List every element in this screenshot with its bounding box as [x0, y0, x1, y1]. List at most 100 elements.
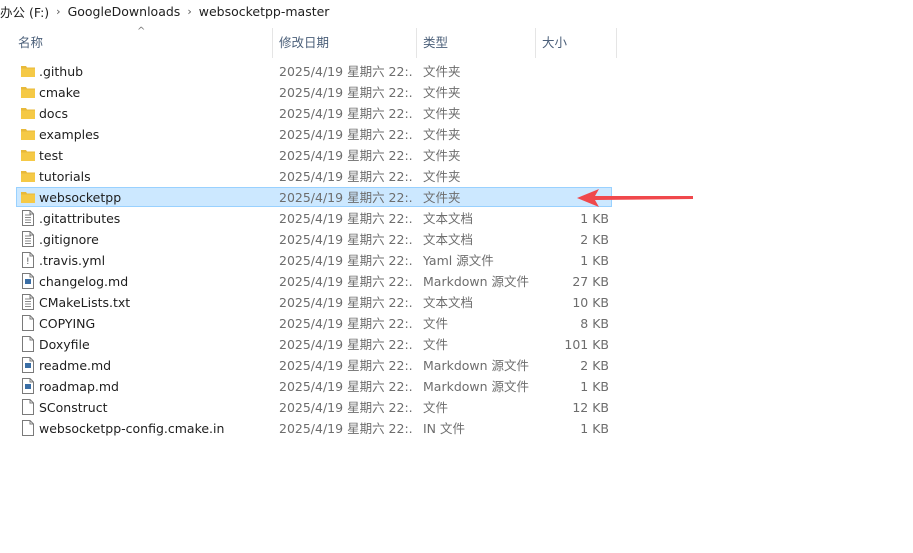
file-name: .github [39, 64, 84, 79]
file-name: CMakeLists.txt [39, 295, 131, 310]
file-size: 12 KB [572, 400, 609, 415]
file-size [540, 145, 609, 166]
file-size: 2 KB [580, 232, 609, 247]
file-size: 2 KB [580, 358, 609, 373]
file-size: 1 KB [580, 211, 609, 226]
file-modified-date: 2025/4/19 星期六 22:... [279, 64, 413, 79]
file-type: IN 文件 [423, 421, 466, 436]
file-name: changelog.md [39, 274, 129, 289]
column-size-label: 大小 [542, 35, 568, 50]
svg-text:!: ! [26, 257, 30, 267]
file-row-cmakelists-txt[interactable]: CMakeLists.txt 2025/4/19 星期六 22:... 文本文档 10… [0, 292, 913, 313]
file-row-examples[interactable]: examples 2025/4/19 星期六 22:... 文件夹 [0, 124, 913, 145]
file-modified-date: 2025/4/19 星期六 22:... [279, 106, 413, 121]
file-size [540, 61, 609, 82]
yaml-file-icon: ! [20, 250, 36, 271]
file-size: 1 KB [580, 379, 609, 394]
file-name: .travis.yml [39, 253, 106, 268]
file-row-readme-md[interactable]: readme.md 2025/4/19 星期六 22:... Markdown 源文… [0, 355, 913, 376]
file-row-copying[interactable]: COPYING 2025/4/19 星期六 22:... 文件 8 KB [0, 313, 913, 334]
file-name: test [39, 148, 64, 163]
breadcrumb: 办公 (F:) › GoogleDownloads › websocketpp-mast… [0, 0, 913, 22]
file-modified-date: 2025/4/19 星期六 22:... [279, 295, 413, 310]
file-type: 文件夹 [423, 64, 461, 79]
file-name: cmake [39, 85, 81, 100]
file-name: COPYING [39, 316, 96, 331]
text-document-icon [20, 229, 36, 250]
file-row-doxyfile[interactable]: Doxyfile 2025/4/19 星期六 22:... 文件 101 KB [0, 334, 913, 355]
file-modified-date: 2025/4/19 星期六 22:... [279, 274, 413, 289]
file-name: tutorials [39, 169, 91, 184]
file-row-gitattributes[interactable]: .gitattributes 2025/4/19 星期六 22:... 文本文档 1 … [0, 208, 913, 229]
breadcrumb-item[interactable]: 办公 (F:) [0, 2, 53, 21]
file-row-docs[interactable]: docs 2025/4/19 星期六 22:... 文件夹 [0, 103, 913, 124]
file-modified-date: 2025/4/19 星期六 22:... [279, 400, 413, 415]
blank-file-icon [20, 397, 36, 418]
file-type: 文件夹 [423, 127, 461, 142]
column-divider[interactable] [616, 28, 617, 58]
column-header-name[interactable]: 名称 [12, 28, 272, 58]
file-name: SConstruct [39, 400, 108, 415]
file-name: docs [39, 106, 68, 121]
file-name: .gitignore [39, 232, 99, 247]
file-name: roadmap.md [39, 379, 119, 394]
file-modified-date: 2025/4/19 星期六 22:... [279, 148, 413, 163]
file-row-websocketpp[interactable]: websocketpp 2025/4/19 星期六 22:... 文件夹 [0, 187, 913, 208]
file-name: .gitattributes [39, 211, 121, 226]
file-row-gitignore[interactable]: .gitignore 2025/4/19 星期六 22:... 文本文档 2 KB [0, 229, 913, 250]
folder-icon [20, 145, 36, 166]
column-type-label: 类型 [423, 35, 449, 50]
file-modified-date: 2025/4/19 星期六 22:... [279, 190, 413, 205]
file-type: 文本文档 [423, 232, 474, 247]
file-row-travis-yml[interactable]: ! .travis.yml 2025/4/19 星期六 22:... Yaml 源文件… [0, 250, 913, 271]
file-name: websocketpp [39, 190, 122, 205]
file-type: 文本文档 [423, 211, 474, 226]
column-header-row: ^ 名称 修改日期 类型 大小 [0, 27, 620, 58]
file-row-changelog-md[interactable]: changelog.md 2025/4/19 星期六 22:... Markdown… [0, 271, 913, 292]
file-row-github[interactable]: .github 2025/4/19 星期六 22:... 文件夹 [0, 61, 913, 82]
column-header-size[interactable]: 大小 [536, 28, 616, 58]
file-type: 文件夹 [423, 106, 461, 121]
column-name-label: 名称 [18, 35, 44, 50]
file-modified-date: 2025/4/19 星期六 22:... [279, 358, 413, 373]
column-header-date[interactable]: 修改日期 [273, 28, 416, 58]
file-size: 1 KB [580, 421, 609, 436]
file-size [540, 82, 609, 103]
column-date-label: 修改日期 [279, 35, 330, 50]
markdown-file-icon [20, 376, 36, 397]
folder-icon [20, 61, 36, 82]
file-modified-date: 2025/4/19 星期六 22:... [279, 232, 413, 247]
file-name: readme.md [39, 358, 112, 373]
file-row-cmake[interactable]: cmake 2025/4/19 星期六 22:... 文件夹 [0, 82, 913, 103]
file-modified-date: 2025/4/19 星期六 22:... [279, 253, 413, 268]
file-name: Doxyfile [39, 337, 90, 352]
breadcrumb-separator-icon[interactable]: › [184, 5, 194, 18]
file-row-websocketpp-config-cmake-in[interactable]: websocketpp-config.cmake.in 2025/4/19 星期六… [0, 418, 913, 439]
folder-icon [20, 124, 36, 145]
file-modified-date: 2025/4/19 星期六 22:... [279, 169, 413, 184]
folder-icon [20, 103, 36, 124]
file-row-tutorials[interactable]: tutorials 2025/4/19 星期六 22:... 文件夹 [0, 166, 913, 187]
red-arrow-icon [577, 189, 693, 207]
file-type: 文件 [423, 400, 449, 415]
markdown-file-icon [20, 271, 36, 292]
file-size: 101 KB [564, 337, 609, 352]
file-modified-date: 2025/4/19 星期六 22:... [279, 379, 413, 394]
file-type: 文本文档 [423, 295, 474, 310]
file-type: Markdown 源文件 [423, 379, 530, 394]
file-row-sconstruct[interactable]: SConstruct 2025/4/19 星期六 22:... 文件 12 KB [0, 397, 913, 418]
breadcrumb-separator-icon[interactable]: › [53, 5, 63, 18]
file-row-roadmap-md[interactable]: roadmap.md 2025/4/19 星期六 22:... Markdown 源… [0, 376, 913, 397]
file-size: 27 KB [572, 274, 609, 289]
file-size: 1 KB [580, 253, 609, 268]
file-type: Markdown 源文件 [423, 274, 530, 289]
breadcrumb-item[interactable]: GoogleDownloads [64, 4, 185, 19]
column-header-type[interactable]: 类型 [417, 28, 535, 58]
file-list: .github 2025/4/19 星期六 22:... 文件夹 cmake 2025/… [0, 61, 913, 439]
file-type: 文件夹 [423, 169, 461, 184]
breadcrumb-item[interactable]: websocketpp-master [195, 4, 334, 19]
file-type: Markdown 源文件 [423, 358, 530, 373]
file-modified-date: 2025/4/19 星期六 22:... [279, 211, 413, 226]
file-row-test[interactable]: test 2025/4/19 星期六 22:... 文件夹 [0, 145, 913, 166]
file-type: 文件夹 [423, 85, 461, 100]
